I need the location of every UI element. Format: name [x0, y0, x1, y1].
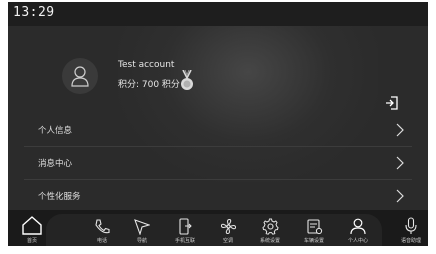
infotainment-screen: 13:29 Test account 积分: 700 积分 个人信息 消息中心 … — [8, 2, 428, 246]
menu-list: 个人信息 消息中心 个性化服务 — [24, 114, 412, 213]
nav-personal-center[interactable]: 个人中心 — [342, 210, 374, 246]
nav-label: 首页 — [26, 238, 37, 244]
menu-item-label: 消息中心 — [38, 159, 73, 169]
nav-home[interactable]: 首页 — [18, 210, 46, 246]
microphone-icon — [405, 217, 417, 234]
status-bar: 13:29 — [8, 2, 428, 26]
phone-link-icon — [179, 218, 192, 235]
bottom-nav-bar: 首页 电话 导航 手机互联 空调 系统设置 车辆设置 个人中心 语音助理 — [8, 210, 428, 246]
chevron-right-icon — [396, 123, 404, 137]
medal-icon — [181, 70, 193, 90]
nav-label: 电话 — [96, 238, 107, 244]
avatar[interactable] — [62, 58, 98, 94]
nav-voice-assistant[interactable]: 语音助理 — [396, 210, 426, 246]
menu-item-personal-info[interactable]: 个人信息 — [24, 114, 412, 147]
nav-phone-link[interactable]: 手机互联 — [170, 210, 200, 246]
menu-item-label: 个性化服务 — [38, 192, 81, 202]
nav-vehicle-settings[interactable]: 车辆设置 — [298, 210, 330, 246]
chevron-right-icon — [396, 156, 404, 170]
navigation-icon — [134, 219, 150, 235]
nav-label: 个人中心 — [347, 238, 368, 244]
username: Test account — [118, 60, 175, 70]
nav-label: 空调 — [222, 238, 233, 244]
nav-navigation[interactable]: 导航 — [128, 210, 156, 246]
nav-label: 导航 — [136, 238, 147, 244]
chevron-right-icon — [396, 189, 404, 203]
clock: 13:29 — [13, 5, 55, 20]
logout-icon[interactable] — [385, 96, 399, 110]
phone-icon — [95, 219, 110, 234]
profile-card: Test account 积分: 700 积分 — [8, 30, 428, 114]
fan-icon — [220, 218, 236, 235]
person-icon — [350, 218, 366, 235]
person-outline-icon — [71, 66, 89, 87]
menu-item-label: 个人信息 — [38, 126, 73, 136]
nav-label: 车辆设置 — [303, 238, 324, 244]
nav-phone[interactable]: 电话 — [88, 210, 116, 246]
nav-label: 语音助理 — [400, 238, 421, 244]
nav-label: 系统设置 — [259, 238, 280, 244]
nav-label: 手机互联 — [174, 238, 195, 244]
points-text: 积分: 700 积分 — [118, 80, 180, 90]
menu-item-message-center[interactable]: 消息中心 — [24, 147, 412, 180]
nav-system-settings[interactable]: 系统设置 — [254, 210, 286, 246]
gear-icon — [261, 218, 279, 235]
home-icon — [22, 216, 42, 235]
menu-item-personalized-service[interactable]: 个性化服务 — [24, 180, 412, 213]
nav-air-conditioning[interactable]: 空调 — [214, 210, 242, 246]
car-settings-icon — [306, 219, 322, 235]
